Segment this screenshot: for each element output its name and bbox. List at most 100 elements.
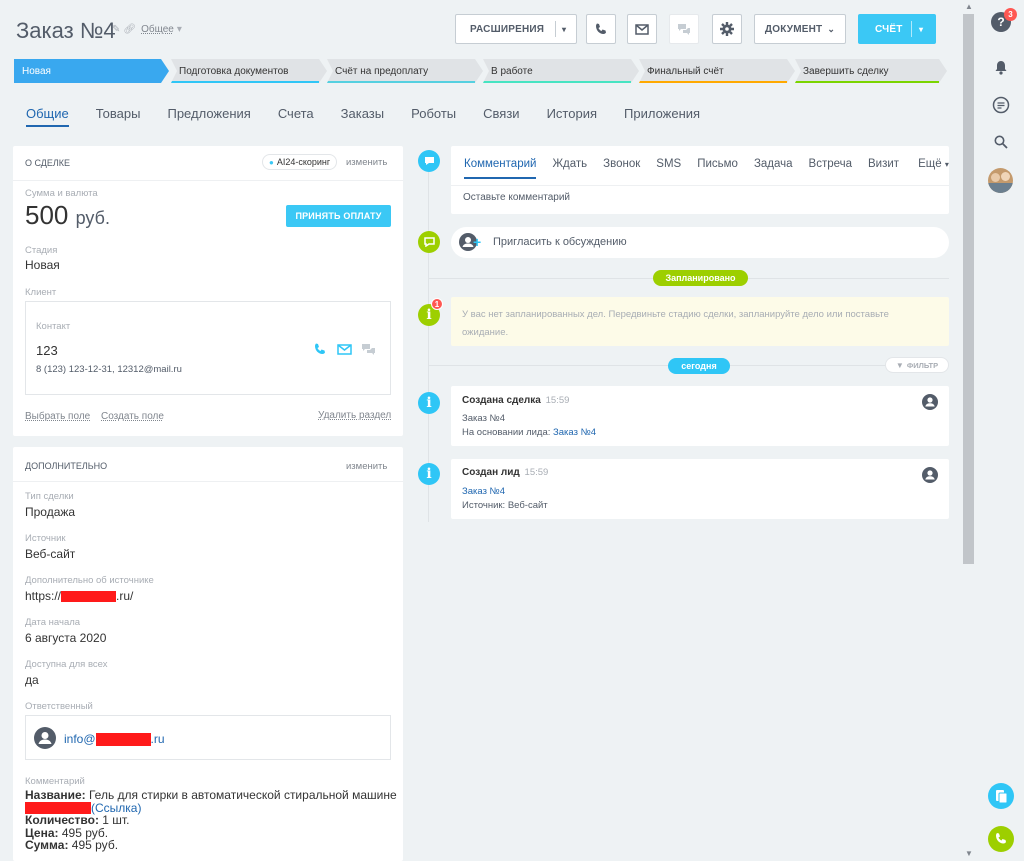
tab-products[interactable]: Товары (96, 106, 141, 127)
chat-button[interactable] (669, 14, 699, 44)
deal-type-value: Продажа (25, 505, 76, 519)
sum-value: 500 руб. (25, 200, 110, 230)
source-label: Источник (25, 533, 66, 544)
deal-edit-link[interactable]: изменить (346, 157, 387, 168)
source-value: Веб-сайт (25, 547, 76, 561)
right-sidebar: ? 3 (978, 0, 1024, 861)
scroll-up-icon[interactable]: ▲ (965, 2, 973, 11)
accept-payment-button[interactable]: ПРИНЯТЬ ОПЛАТУ (286, 205, 391, 227)
stage-new[interactable]: Новая (14, 59, 169, 83)
tab-offers[interactable]: Предложения (167, 106, 250, 127)
tab-task[interactable]: Задача (754, 158, 793, 179)
tab-meeting[interactable]: Встреча (809, 158, 852, 179)
discussion-icon (418, 231, 440, 253)
envelope-icon[interactable] (337, 344, 352, 355)
planned-notice-badge: 1 (431, 298, 443, 310)
avatar (34, 727, 56, 749)
chat-icon (678, 24, 690, 35)
stage-in-work[interactable]: В работе (483, 59, 639, 83)
category-selector[interactable]: Общее (141, 24, 174, 35)
source-more-label: Дополнительно об источнике (25, 575, 154, 586)
tab-orders[interactable]: Заказы (341, 106, 384, 127)
tab-invoices[interactable]: Счета (278, 106, 314, 127)
link-icon[interactable]: 🔗︎ (123, 24, 136, 35)
plus-icon: + (473, 234, 482, 250)
sticker-icon[interactable] (988, 783, 1014, 809)
contact-label: Контакт (36, 321, 71, 332)
tab-apps[interactable]: Приложения (624, 106, 700, 127)
select-field-link[interactable]: Выбрать поле (25, 411, 90, 422)
extensions-button[interactable]: РАСШИРЕНИЯ ▾ (455, 14, 577, 44)
tab-visit[interactable]: Визит (868, 158, 899, 179)
planned-notice: У вас нет запланированных дел. Передвинь… (451, 297, 949, 346)
scroll-down-icon[interactable]: ▼ (965, 849, 973, 858)
event-link[interactable]: Заказ №4 (553, 427, 596, 438)
tab-more[interactable]: Ещё ▾ (918, 158, 949, 179)
responsible-email[interactable]: info@ .ru (64, 732, 165, 746)
planned-text: У вас нет запланированных дел. Передвинь… (462, 309, 889, 338)
tab-comment[interactable]: Комментарий (464, 158, 537, 179)
user-icon[interactable] (922, 394, 938, 410)
email-button[interactable] (627, 14, 657, 44)
tab-call[interactable]: Звонок (603, 158, 640, 179)
deal-panel: О СДЕЛКЕ ● AI24-скоринг изменить Сумма и … (13, 146, 403, 436)
sum-label: Сумма и валюта (25, 188, 98, 199)
info-icon: i (418, 392, 440, 414)
stage-close-deal[interactable]: Завершить сделку (795, 59, 947, 83)
comment-input[interactable]: Оставьте комментарий (463, 192, 570, 203)
phone-icon (996, 833, 1006, 844)
scoring-label: AI24-скоринг (276, 157, 331, 167)
chat-icon[interactable] (361, 343, 376, 355)
create-field-link[interactable]: Создать поле (101, 411, 164, 422)
phone-icon[interactable] (313, 342, 327, 356)
user-icon[interactable] (922, 467, 938, 483)
responsible-card[interactable]: info@ .ru (25, 715, 391, 760)
event-link[interactable]: Заказ №4 (462, 486, 505, 497)
tab-general[interactable]: Общие (26, 106, 69, 127)
contact-info: 8 (123) 123-12-31, 12312@mail.ru (36, 364, 182, 375)
event-line: На основании лида: Заказ №4 (462, 427, 597, 438)
pencil-icon[interactable]: ✎ (112, 24, 120, 35)
stage-docs[interactable]: Подготовка документов (171, 59, 327, 83)
delete-section-link[interactable]: Удалить раздел (318, 410, 391, 421)
chevron-down-icon[interactable]: ▾ (177, 24, 182, 35)
redacted-block (25, 801, 91, 814)
redacted-block (95, 732, 151, 746)
ai-scoring-badge[interactable]: ● AI24-скоринг (262, 154, 338, 170)
tab-wait[interactable]: Ждать (552, 158, 587, 179)
chevron-down-icon[interactable]: ▾ (919, 25, 923, 34)
additional-edit-link[interactable]: изменить (346, 461, 387, 472)
chevron-down-icon[interactable]: ▾ (562, 25, 566, 34)
invite-discussion-bar[interactable]: + Пригласить к обсуждению (451, 227, 949, 258)
stage-prepay[interactable]: Счёт на предоплату (327, 59, 483, 83)
activity-editor: Комментарий Ждать Звонок SMS Письмо Зада… (451, 146, 949, 214)
telephony-button[interactable] (988, 826, 1014, 852)
access-value: да (25, 673, 39, 687)
access-label: Доступна для всех (25, 659, 108, 670)
bell-icon[interactable] (994, 60, 1008, 75)
settings-button[interactable] (712, 14, 742, 44)
phone-icon (596, 23, 606, 34)
avatar[interactable] (988, 168, 1013, 193)
deal-heading: О СДЕЛКЕ (25, 158, 71, 168)
scrollbar-thumb[interactable] (963, 14, 974, 564)
stage-final-invoice[interactable]: Финальный счёт (639, 59, 795, 83)
document-button[interactable]: ДОКУМЕНТ ⌄ (754, 14, 846, 44)
chevron-down-icon: ⌄ (827, 23, 836, 34)
chat-icon[interactable] (992, 96, 1010, 114)
invoice-label: СЧЁТ (875, 23, 903, 35)
tab-email[interactable]: Письмо (697, 158, 738, 179)
comment-body: Название: Гель для стирки в автоматическ… (25, 788, 397, 852)
invoice-button[interactable]: СЧЁТ ▾ (858, 14, 936, 44)
event-title: Создан лид 15:59 (462, 467, 549, 478)
tab-robots[interactable]: Роботы (411, 106, 456, 127)
filter-button[interactable]: ▼ ФИЛЬТР (885, 357, 949, 373)
search-icon[interactable] (994, 135, 1008, 149)
contact-name[interactable]: 123 (36, 343, 58, 358)
tab-links[interactable]: Связи (483, 106, 519, 127)
tab-history[interactable]: История (547, 106, 597, 127)
stage-value: Новая (25, 258, 60, 272)
call-button[interactable] (586, 14, 616, 44)
tab-sms[interactable]: SMS (656, 158, 681, 179)
event-title: Создана сделка 15:59 (462, 395, 570, 406)
